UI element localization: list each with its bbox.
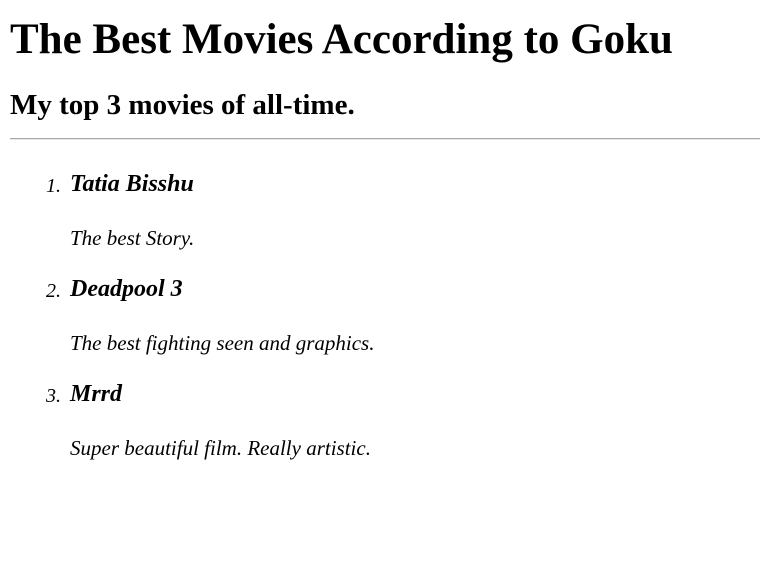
movie-item: 3. Mrrd Super beautiful film. Really art… <box>10 378 760 460</box>
movie-number: 2. <box>46 280 61 302</box>
movie-item: 1. Tatia Bisshu The best Story. <box>10 168 760 250</box>
divider <box>10 138 760 140</box>
movie-item: 2. Deadpool 3 The best fighting seen and… <box>10 273 760 355</box>
movie-list: 1. Tatia Bisshu The best Story. 2. Deadp… <box>10 168 760 460</box>
movie-title: Tatia Bisshu <box>70 171 194 197</box>
movie-description: The best Story. <box>70 226 195 250</box>
page-title: The Best Movies According to Goku <box>10 16 673 63</box>
movie-number: 3. <box>46 385 61 407</box>
movie-title: Mrrd <box>70 381 123 407</box>
movie-description: The best fighting seen and graphics. <box>70 331 375 355</box>
page: The Best Movies According to Goku My top… <box>0 0 760 562</box>
movie-title: Deadpool 3 <box>70 276 183 302</box>
page-subtitle: My top 3 movies of all-time. <box>10 89 355 121</box>
movie-number: 1. <box>46 175 61 197</box>
movie-description: Super beautiful film. Really artistic. <box>70 436 371 460</box>
